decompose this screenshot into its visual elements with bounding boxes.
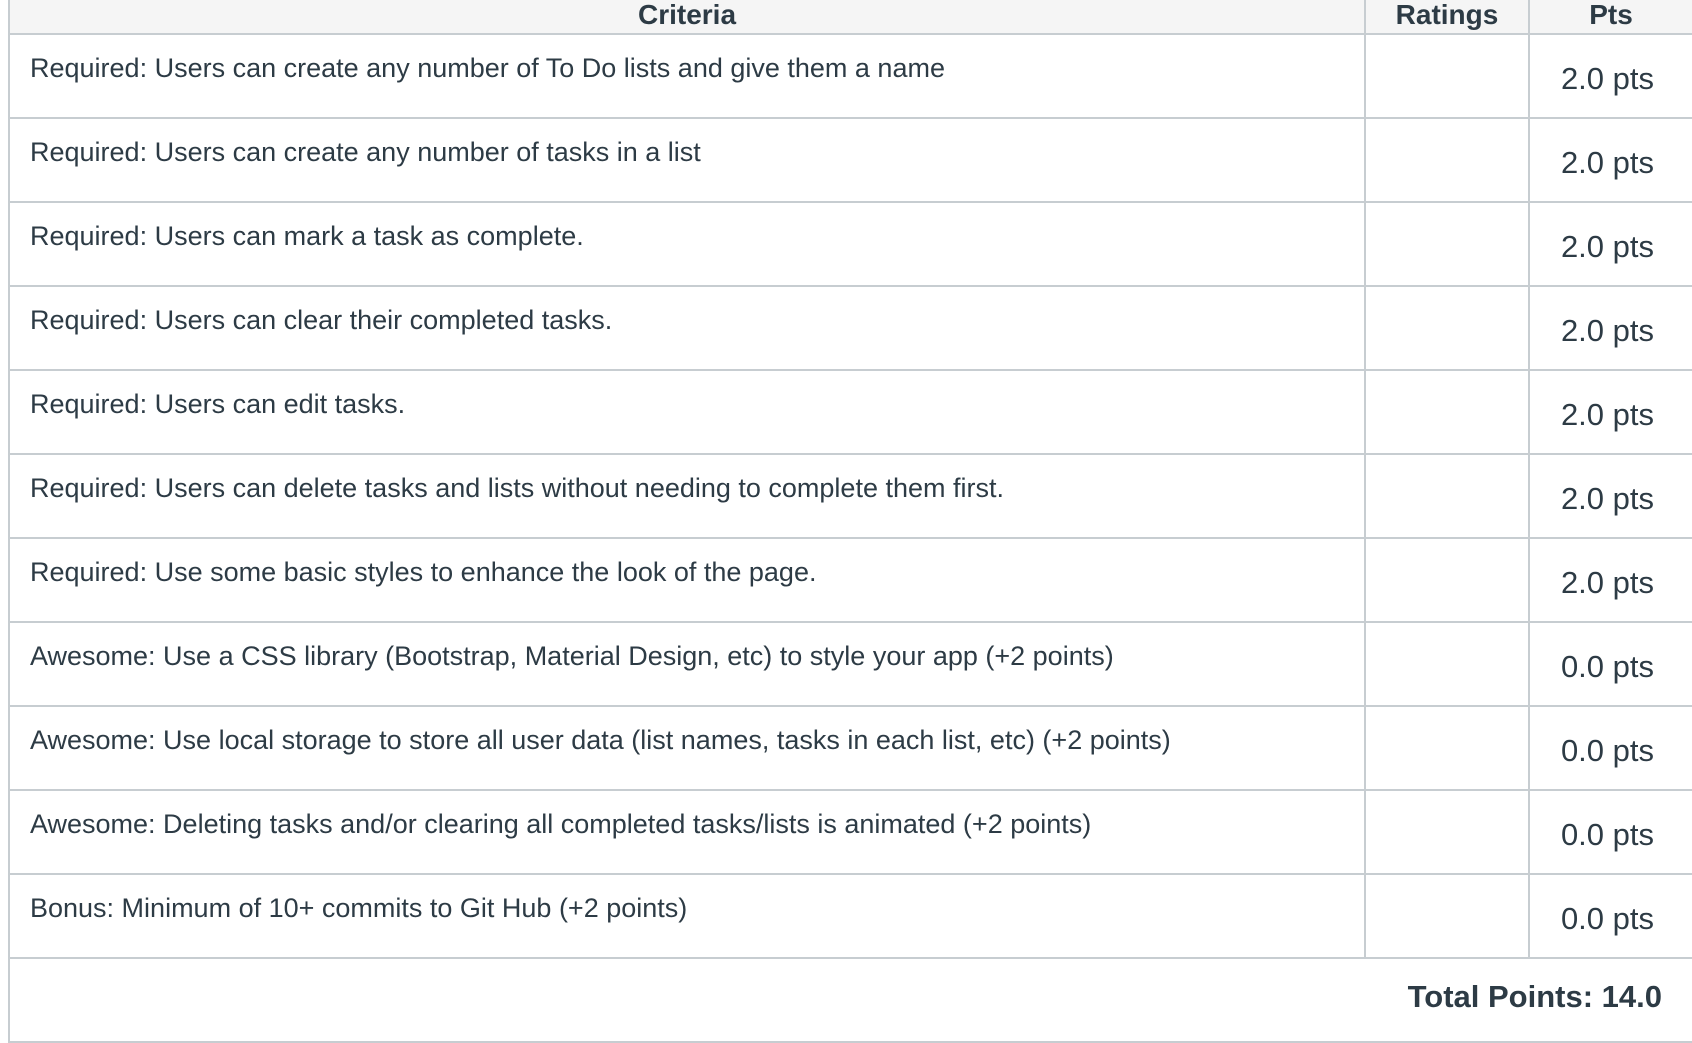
ratings-cell xyxy=(1364,117,1530,203)
rubric-row: Required: Users can clear their complete… xyxy=(8,285,1692,371)
points-value: 2.0 pts xyxy=(1528,201,1692,287)
rubric-row: Required: Users can mark a task as compl… xyxy=(8,201,1692,287)
points-value: 2.0 pts xyxy=(1528,453,1692,539)
ratings-header: Ratings xyxy=(1364,0,1530,35)
rubric-row: Awesome: Use local storage to store all … xyxy=(8,705,1692,791)
ratings-cell xyxy=(1364,453,1530,539)
ratings-cell xyxy=(1364,201,1530,287)
rubric-row: Awesome: Deleting tasks and/or clearing … xyxy=(8,789,1692,875)
total-points: Total Points: 14.0 xyxy=(8,957,1692,1043)
rubric-row: Required: Users can delete tasks and lis… xyxy=(8,453,1692,539)
criterion-text: Required: Users can edit tasks. xyxy=(8,369,1366,455)
points-value: 2.0 pts xyxy=(1528,537,1692,623)
points-value: 0.0 pts xyxy=(1528,789,1692,875)
points-value: 0.0 pts xyxy=(1528,873,1692,959)
points-value: 2.0 pts xyxy=(1528,369,1692,455)
criterion-text: Awesome: Deleting tasks and/or clearing … xyxy=(8,789,1366,875)
rubric-row: Awesome: Use a CSS library (Bootstrap, M… xyxy=(8,621,1692,707)
ratings-cell xyxy=(1364,369,1530,455)
rubric-row: Required: Users can create any number of… xyxy=(8,33,1692,119)
points-value: 0.0 pts xyxy=(1528,621,1692,707)
rubric-row: Required: Users can create any number of… xyxy=(8,117,1692,203)
points-value: 2.0 pts xyxy=(1528,117,1692,203)
pts-header: Pts xyxy=(1528,0,1692,35)
criterion-text: Bonus: Minimum of 10+ commits to Git Hub… xyxy=(8,873,1366,959)
rubric-row: Required: Use some basic styles to enhan… xyxy=(8,537,1692,623)
ratings-cell xyxy=(1364,705,1530,791)
ratings-cell xyxy=(1364,621,1530,707)
ratings-cell xyxy=(1364,33,1530,119)
criterion-text: Required: Users can clear their complete… xyxy=(8,285,1366,371)
ratings-cell xyxy=(1364,873,1530,959)
total-row: Total Points: 14.0 xyxy=(8,957,1692,1043)
criterion-text: Awesome: Use local storage to store all … xyxy=(8,705,1366,791)
criterion-text: Required: Use some basic styles to enhan… xyxy=(8,537,1366,623)
rubric-row: Bonus: Minimum of 10+ commits to Git Hub… xyxy=(8,873,1692,959)
criterion-text: Required: Users can mark a task as compl… xyxy=(8,201,1366,287)
criterion-text: Required: Users can create any number of… xyxy=(8,117,1366,203)
ratings-cell xyxy=(1364,537,1530,623)
ratings-cell xyxy=(1364,789,1530,875)
points-value: 2.0 pts xyxy=(1528,33,1692,119)
criterion-text: Required: Users can create any number of… xyxy=(8,33,1366,119)
criteria-header: Criteria xyxy=(8,0,1366,35)
criterion-text: Required: Users can delete tasks and lis… xyxy=(8,453,1366,539)
criterion-text: Awesome: Use a CSS library (Bootstrap, M… xyxy=(8,621,1366,707)
rubric-row: Required: Users can edit tasks. 2.0 pts xyxy=(8,369,1692,455)
rubric-table: Criteria Ratings Pts Required: Users can… xyxy=(8,0,1692,1043)
points-value: 0.0 pts xyxy=(1528,705,1692,791)
points-value: 2.0 pts xyxy=(1528,285,1692,371)
ratings-cell xyxy=(1364,285,1530,371)
rubric-header: Criteria Ratings Pts xyxy=(8,0,1692,35)
